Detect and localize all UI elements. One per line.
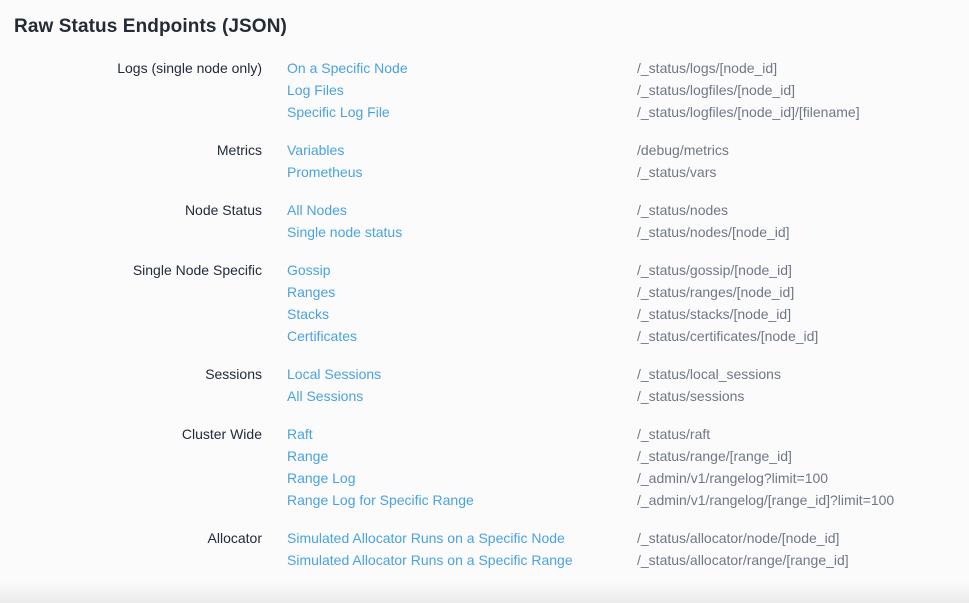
- endpoint-link[interactable]: Local Sessions: [287, 363, 381, 385]
- endpoint-link[interactable]: Simulated Allocator Runs on a Specific R…: [287, 549, 573, 571]
- endpoint-link[interactable]: Simulated Allocator Runs on a Specific N…: [287, 527, 565, 549]
- endpoint-path: /_status/certificates/[node_id]: [637, 325, 969, 347]
- endpoint-path: /debug/metrics: [637, 139, 969, 161]
- endpoint-path: /_status/stacks/[node_id]: [637, 303, 969, 325]
- bottom-fade-divider: [0, 581, 969, 603]
- group-sessions: Sessions Local Sessions All Sessions /_s…: [0, 363, 969, 407]
- endpoint-path: /_status/range/[range_id]: [637, 445, 969, 467]
- endpoint-link[interactable]: Single node status: [287, 221, 402, 243]
- endpoint-link[interactable]: Ranges: [287, 281, 335, 303]
- group-label: Node Status: [0, 199, 262, 243]
- endpoint-link[interactable]: All Nodes: [287, 199, 347, 221]
- endpoint-link[interactable]: Gossip: [287, 259, 331, 281]
- endpoint-link[interactable]: Range: [287, 445, 328, 467]
- group-node-status: Node Status All Nodes Single node status…: [0, 199, 969, 243]
- endpoint-path: /_status/allocator/range/[range_id]: [637, 549, 969, 571]
- group-cluster-wide: Cluster Wide Raft Range Range Log Range …: [0, 423, 969, 511]
- endpoint-path: /_status/logfiles/[node_id]/[filename]: [637, 101, 969, 123]
- endpoint-path: /_status/logs/[node_id]: [637, 57, 969, 79]
- endpoint-path: /_status/allocator/node/[node_id]: [637, 527, 969, 549]
- endpoint-path: /_status/nodes/[node_id]: [637, 221, 969, 243]
- endpoint-link[interactable]: On a Specific Node: [287, 57, 408, 79]
- endpoint-path: /_status/raft: [637, 423, 969, 445]
- endpoint-path: /_admin/v1/rangelog?limit=100: [637, 467, 969, 489]
- group-label: Allocator: [0, 527, 262, 571]
- endpoint-link[interactable]: Certificates: [287, 325, 357, 347]
- group-metrics: Metrics Variables Prometheus /debug/metr…: [0, 139, 969, 183]
- endpoint-link[interactable]: Range Log for Specific Range: [287, 489, 474, 511]
- group-label: Metrics: [0, 139, 262, 183]
- group-label: Logs (single node only): [0, 57, 262, 123]
- endpoint-path: /_status/ranges/[node_id]: [637, 281, 969, 303]
- endpoint-path: /_admin/v1/rangelog/[range_id]?limit=100: [637, 489, 969, 511]
- endpoint-link[interactable]: Prometheus: [287, 161, 362, 183]
- endpoint-link[interactable]: Stacks: [287, 303, 329, 325]
- endpoint-path: /_status/local_sessions: [637, 363, 969, 385]
- group-label: Single Node Specific: [0, 259, 262, 347]
- group-label: Sessions: [0, 363, 262, 407]
- endpoint-link[interactable]: Variables: [287, 139, 344, 161]
- endpoints-list: Logs (single node only) On a Specific No…: [0, 57, 969, 571]
- endpoint-path: /_status/vars: [637, 161, 969, 183]
- debug-endpoints-page: Raw Status Endpoints (JSON) Logs (single…: [0, 0, 969, 603]
- endpoint-link[interactable]: Range Log: [287, 467, 356, 489]
- endpoint-link[interactable]: Specific Log File: [287, 101, 390, 123]
- endpoint-path: /_status/sessions: [637, 385, 969, 407]
- endpoint-link[interactable]: Log Files: [287, 79, 344, 101]
- group-logs: Logs (single node only) On a Specific No…: [0, 57, 969, 123]
- group-allocator: Allocator Simulated Allocator Runs on a …: [0, 527, 969, 571]
- endpoint-path: /_status/nodes: [637, 199, 969, 221]
- endpoint-path: /_status/gossip/[node_id]: [637, 259, 969, 281]
- endpoint-path: /_status/logfiles/[node_id]: [637, 79, 969, 101]
- group-label: Cluster Wide: [0, 423, 262, 511]
- page-title: Raw Status Endpoints (JSON): [14, 0, 969, 40]
- endpoint-link[interactable]: All Sessions: [287, 385, 363, 407]
- endpoint-link[interactable]: Raft: [287, 423, 313, 445]
- group-single-node-specific: Single Node Specific Gossip Ranges Stack…: [0, 259, 969, 347]
